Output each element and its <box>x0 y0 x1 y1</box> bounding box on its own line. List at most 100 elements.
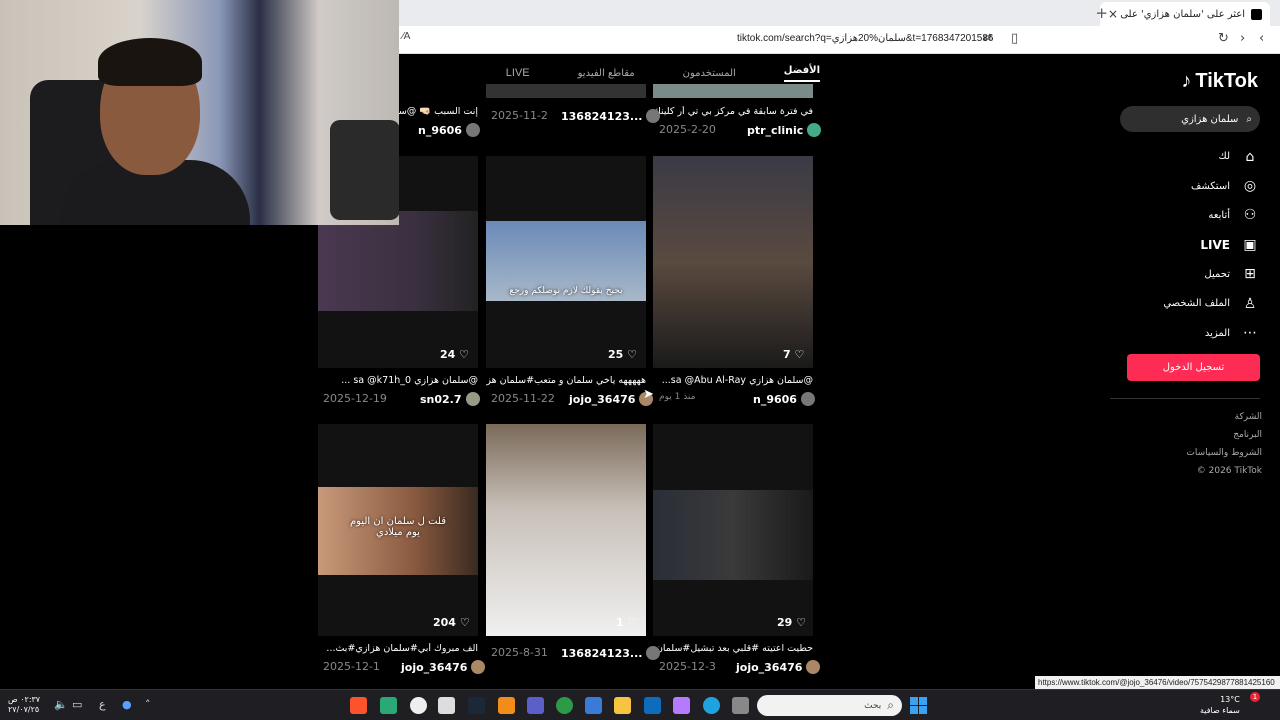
store-icon[interactable] <box>585 697 602 714</box>
tab-users[interactable]: المستخدمون <box>683 68 736 79</box>
sidebar-item-more[interactable]: المزيد ⋯ <box>1118 318 1258 347</box>
teams-icon[interactable] <box>527 697 544 714</box>
volume-icon[interactable]: 🔈 <box>54 698 68 711</box>
settings-icon[interactable] <box>410 697 427 714</box>
live-icon: ▣ <box>1243 236 1257 253</box>
screen: اعثر على 'سلمان هزازي' على TikTok × + ‹ … <box>0 0 1280 720</box>
sidebar-item-label: تحميل <box>1204 268 1230 280</box>
forward-icon[interactable]: › <box>1240 31 1245 46</box>
video-author[interactable]: sn02.7 <box>420 392 480 406</box>
video-author[interactable]: n_9606 <box>753 392 815 406</box>
tiktok-note-icon: ♪ <box>1181 70 1192 92</box>
video-thumbnail[interactable]: 1 ♡ <box>486 424 646 636</box>
video-subtitle: قلت ل سلمان ان اليوم يوم ميلادي <box>349 516 447 538</box>
notepad-icon[interactable] <box>438 697 455 714</box>
video-author[interactable]: jojo_36476 <box>736 660 821 674</box>
steam-icon[interactable] <box>468 697 485 714</box>
video-thumbnail[interactable]: قلت ل سلمان ان اليوم يوم ميلادي 204 ♡ <box>318 424 478 636</box>
login-button[interactable]: تسجيل الدخول <box>1127 354 1260 381</box>
edge-icon[interactable] <box>703 697 720 714</box>
sidebar-item-explore[interactable]: استكشف ◎ <box>1118 171 1258 200</box>
search-input[interactable]: سلمان هزازي ⌕ <box>1120 106 1260 132</box>
sidebar-item-upload[interactable]: تحميل ⊞ <box>1118 260 1258 289</box>
back-icon[interactable]: ‹ <box>1259 31 1264 46</box>
weather-widget[interactable]: 13°C سماء صافية <box>1200 694 1240 716</box>
video-thumbnail[interactable]: بحبح يقولك لازم نوصلكم ورجع 25 ♡ <box>486 156 646 368</box>
network-icon[interactable]: ▭ <box>72 698 82 711</box>
thumbnail-image <box>318 211 478 311</box>
clock[interactable]: ٠٢:٣٧ ص ٢٧/٠٧/٢٥ <box>8 695 40 715</box>
video-caption[interactable]: الف مبروك أبي#سلمان هزازي#بث... <box>318 643 478 654</box>
tab-close-icon[interactable]: × <box>1108 7 1118 21</box>
like-count-value: 204 <box>433 616 456 629</box>
chrome-icon[interactable] <box>556 697 573 714</box>
video-thumbnail[interactable] <box>486 84 646 98</box>
folder-icon[interactable] <box>614 697 631 714</box>
author-name: n_9606 <box>418 123 462 137</box>
status-url: https://www.tiktok.com/@jojo_36476/video… <box>1035 676 1280 689</box>
sidebar-item-following[interactable]: أتابعه ⚇ <box>1118 201 1258 230</box>
video-author[interactable]: jojo_36476 <box>401 660 486 674</box>
language-indicator[interactable]: ع <box>99 698 106 711</box>
video-date: 2025-12-3 <box>659 660 716 673</box>
tiktok-logo[interactable]: ♪ TikTok <box>1181 70 1258 93</box>
avatar <box>646 109 661 123</box>
tab-top[interactable]: الأفضل <box>783 65 820 82</box>
mail-icon[interactable] <box>644 697 661 714</box>
like-count: 204 ♡ <box>433 616 470 629</box>
video-caption[interactable]: @سلمان هزازي sa @k71h_0 ... <box>318 375 478 386</box>
sidebar-item-profile[interactable]: الملف الشخصي ♙ <box>1118 289 1258 318</box>
url-field[interactable]: tiktok.com/search?q=سلمان%20هزازي&t=1768… <box>737 33 993 44</box>
video-caption[interactable]: @سلمان هزازي sa @Abu Al-Ray... <box>653 375 813 386</box>
video-thumbnail[interactable]: 29 ♡ <box>653 424 813 636</box>
video-author[interactable]: jojo_36476 <box>569 392 654 406</box>
browser-tab[interactable]: اعثر على 'سلمان هزازي' على TikTok × <box>1100 2 1270 26</box>
gaming-chair <box>330 120 399 220</box>
video-date: 2025-8-31 <box>491 646 548 659</box>
sidebar-divider <box>1110 398 1260 399</box>
taskview-icon[interactable] <box>732 697 749 714</box>
profile-icon: ♙ <box>1243 295 1257 312</box>
extension-icon[interactable]: ⁄A <box>402 31 411 42</box>
heart-icon: ♡ <box>627 616 638 629</box>
video-caption[interactable]: هههههه ياخي سلمان و متعب#سلمان هز... <box>486 375 646 386</box>
reload-icon[interactable]: ↻ <box>1218 31 1229 46</box>
footer-link-company[interactable]: الشركة <box>1186 408 1262 426</box>
sidebar-item-live[interactable]: LIVE ▣ <box>1118 230 1258 259</box>
copilot-icon[interactable] <box>673 697 690 714</box>
start-icon[interactable] <box>910 697 927 714</box>
heart-icon: ♡ <box>796 616 807 629</box>
mic-icon[interactable]: ● <box>122 698 132 711</box>
tray-chevron-icon[interactable]: ˄ <box>145 698 151 711</box>
video-author[interactable]: 136824123... <box>561 109 661 123</box>
like-count: 7 ♡ <box>783 348 804 361</box>
tab-videos[interactable]: مقاطع الفيديو <box>578 68 635 79</box>
sidebar-item-label: لك <box>1218 151 1230 163</box>
temperature: 13°C <box>1220 695 1240 704</box>
compass-icon: ◎ <box>1243 178 1257 195</box>
following-icon: ⚇ <box>1243 207 1257 224</box>
video-author[interactable]: ptr_clinic <box>747 123 822 137</box>
video-author[interactable]: n_9606 <box>418 123 480 137</box>
bookmark-icon[interactable]: ▯ <box>1011 31 1018 46</box>
video-author[interactable]: 136824123... <box>561 646 661 660</box>
brave-icon[interactable] <box>350 697 367 714</box>
like-count-value: 1 <box>616 616 624 629</box>
new-tab-button[interactable]: + <box>1095 4 1108 22</box>
video-thumbnail[interactable] <box>653 84 813 98</box>
video-date: 2025-11-2 <box>491 109 548 122</box>
like-count-value: 29 <box>777 616 793 629</box>
video-date: 2025-12-19 <box>323 392 387 405</box>
video-caption[interactable]: في فترة سابقة في مركز بي تي أر كلينك <box>653 106 813 117</box>
footer-link-program[interactable]: البرنامج <box>1186 426 1262 444</box>
taskbar-search[interactable]: بحث ⌕ <box>757 695 902 716</box>
app-icon[interactable] <box>498 697 515 714</box>
like-count: 1 ♡ <box>616 616 637 629</box>
video-caption[interactable]: حطيت اعتيته #قلبي بعد تبشيل#سلمان ... <box>653 643 813 654</box>
footer-link-terms[interactable]: الشروط والسياسات <box>1186 444 1262 462</box>
sidebar-item-foryou[interactable]: لك ⌂ <box>1118 142 1258 171</box>
app-icon[interactable] <box>380 697 397 714</box>
video-thumbnail[interactable]: 7 ♡ <box>653 156 813 368</box>
tab-live[interactable]: LIVE <box>506 67 530 79</box>
person-hair <box>98 38 202 86</box>
